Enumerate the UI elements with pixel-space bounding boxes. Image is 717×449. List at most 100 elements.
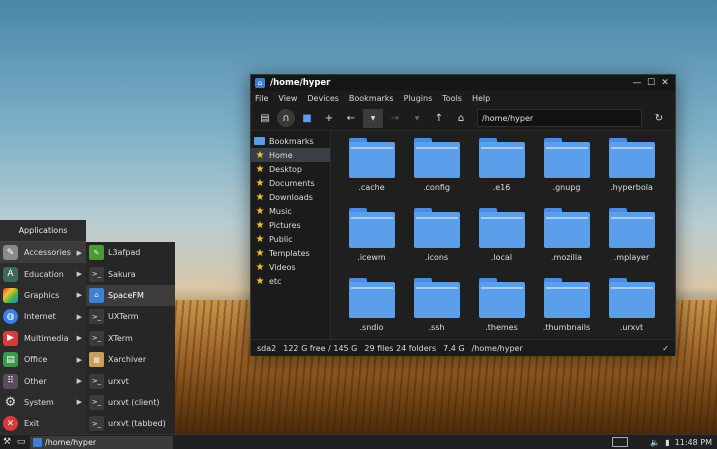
sidebar-item-public[interactable]: ★ Public xyxy=(251,232,330,246)
new-tab-icon[interactable]: + xyxy=(319,109,339,128)
spacefm-icon: ⌂ xyxy=(89,287,104,303)
category-exit[interactable]: ✕ Exit xyxy=(0,413,86,434)
folder-icon xyxy=(543,138,590,178)
category-graphics[interactable]: Graphics ▶ xyxy=(0,285,86,306)
accessories-submenu: ✎ L3afpad >_ Sakura ⌂ SpaceFM >_ UXTerm >_ XT… xyxy=(86,242,175,435)
folder-item[interactable]: .urxvt xyxy=(599,277,664,339)
device-icon[interactable]: ▤ xyxy=(255,109,275,128)
folder-item[interactable]: .themes xyxy=(469,277,534,339)
category-office[interactable]: ▤ Office ▶ xyxy=(0,349,86,370)
menu-help[interactable]: Help xyxy=(472,94,490,103)
menu-plugins[interactable]: Plugins xyxy=(404,94,433,103)
sidebar-item-downloads[interactable]: ★ Downloads xyxy=(251,190,330,204)
folder-icon xyxy=(348,138,395,178)
submenu-arrow-icon: ▶ xyxy=(76,355,82,364)
folder-item[interactable]: .thumbnails xyxy=(534,277,599,339)
workspace-pager[interactable] xyxy=(612,437,629,447)
sidebar-item-home[interactable]: ★ Home xyxy=(251,148,330,162)
l3afpad-icon: ✎ xyxy=(89,245,104,261)
status-count: 29 files 24 folders xyxy=(364,343,437,353)
folder-item[interactable]: .hyperbola xyxy=(599,137,664,207)
menu-view[interactable]: View xyxy=(278,94,297,103)
battery-icon[interactable]: ▮ xyxy=(665,438,669,447)
sidebar-item-etc[interactable]: ★ etc xyxy=(251,274,330,288)
folder-icon xyxy=(413,138,460,178)
history-dropdown-icon[interactable]: ▼ xyxy=(363,108,383,128)
folder-item[interactable]: .gnupg xyxy=(534,137,599,207)
star-icon: ★ xyxy=(255,149,265,161)
folder-item[interactable]: .config xyxy=(404,137,469,207)
office-icon: ▤ xyxy=(3,352,18,368)
minimize-button[interactable]: — xyxy=(631,78,643,88)
menu-file[interactable]: File xyxy=(255,94,268,103)
star-icon: ★ xyxy=(255,261,265,273)
folder-icon xyxy=(348,278,395,318)
application-menu-header: Applications xyxy=(0,220,86,242)
graphics-icon xyxy=(3,287,18,303)
sidebar-item-documents[interactable]: ★ Documents xyxy=(251,176,330,190)
app-urxvt-client[interactable]: >_ urxvt (client) xyxy=(86,392,175,413)
task-button-file-manager[interactable]: /home/hyper xyxy=(30,435,173,449)
app-uxterm[interactable]: >_ UXTerm xyxy=(86,306,175,327)
volume-icon[interactable]: 🔈 xyxy=(650,438,660,447)
folder-item[interactable]: .icons xyxy=(404,207,469,277)
accessories-icon: ✎ xyxy=(3,245,18,261)
sidebar-item-pictures[interactable]: ★ Pictures xyxy=(251,218,330,232)
window-titlebar[interactable]: ⌂ /home/hyper — ☐ ✕ xyxy=(251,75,675,91)
sidebar-item-bookmarks[interactable]: Bookmarks xyxy=(251,134,330,148)
folder-item[interactable]: .local xyxy=(469,207,534,277)
maximize-button[interactable]: ☐ xyxy=(645,78,657,88)
file-manager-window[interactable]: ⌂ /home/hyper — ☐ ✕ File View Devices Bo… xyxy=(250,74,676,356)
path-input[interactable] xyxy=(477,109,642,127)
home-icon xyxy=(33,437,42,447)
app-urxvt-tabbed[interactable]: >_ urxvt (tabbed) xyxy=(86,413,175,434)
category-other[interactable]: ⠿ Other ▶ xyxy=(0,370,86,391)
folder-item[interactable]: .ssh xyxy=(404,277,469,339)
app-xterm[interactable]: >_ XTerm xyxy=(86,328,175,349)
folder-item[interactable]: .cache xyxy=(339,137,404,207)
folder-item[interactable]: .mozilla xyxy=(534,207,599,277)
app-urxvt[interactable]: >_ urxvt xyxy=(86,370,175,391)
home-icon: ⌂ xyxy=(255,78,265,88)
terminal-icon: >_ xyxy=(89,373,104,389)
folder-item[interactable]: .sndio xyxy=(339,277,404,339)
show-desktop-icon[interactable]: ▭ xyxy=(14,436,28,449)
category-education[interactable]: A Education ▶ xyxy=(0,263,86,284)
sidebar-item-desktop[interactable]: ★ Desktop xyxy=(251,162,330,176)
sidebar-item-templates[interactable]: ★ Templates xyxy=(251,246,330,260)
app-sakura[interactable]: >_ Sakura xyxy=(86,263,175,284)
menu-tools[interactable]: Tools xyxy=(442,94,462,103)
close-button[interactable]: ✕ xyxy=(659,78,671,88)
folder-tree-icon[interactable]: ■ xyxy=(297,109,317,128)
bookmark-pane-icon[interactable]: ∩ xyxy=(277,109,295,127)
app-xarchiver[interactable]: ▦ Xarchiver xyxy=(86,349,175,370)
up-icon[interactable]: ↑ xyxy=(429,109,449,128)
statusbar: sda2 122 G free / 145 G 29 files 24 fold… xyxy=(251,339,675,356)
category-multimedia[interactable]: ▶ Multimedia ▶ xyxy=(0,328,86,349)
refresh-icon[interactable]: ↻ xyxy=(649,109,669,128)
start-menu-icon[interactable]: ⚒ xyxy=(0,436,14,449)
folder-item[interactable]: .e16 xyxy=(469,137,534,207)
menu-bookmarks[interactable]: Bookmarks xyxy=(349,94,394,103)
category-internet[interactable]: ◍ Internet ▶ xyxy=(0,306,86,327)
sidebar-item-videos[interactable]: ★ Videos xyxy=(251,260,330,274)
category-accessories[interactable]: ✎ Accessories ▶ xyxy=(0,242,86,264)
folder-icon xyxy=(478,138,525,178)
category-system[interactable]: ⚙ System ▶ xyxy=(0,392,86,413)
forward-icon[interactable]: → xyxy=(385,109,405,128)
app-spacefm[interactable]: ⌂ SpaceFM xyxy=(86,284,175,307)
forward-dropdown-icon[interactable]: ▼ xyxy=(407,109,427,128)
folder-icon xyxy=(478,278,525,318)
star-icon: ★ xyxy=(255,275,265,287)
clock[interactable]: 11:48 PM xyxy=(675,438,712,447)
app-l3afpad[interactable]: ✎ L3afpad xyxy=(86,242,175,263)
education-icon: A xyxy=(3,266,18,282)
status-space: 122 G free / 145 G xyxy=(283,343,358,353)
sidebar-item-music[interactable]: ★ Music xyxy=(251,204,330,218)
back-icon[interactable]: ← xyxy=(341,109,361,128)
folder-item[interactable]: .icewm xyxy=(339,207,404,277)
home-nav-icon[interactable]: ⌂ xyxy=(451,109,471,128)
folder-item[interactable]: .mplayer xyxy=(599,207,664,277)
menu-devices[interactable]: Devices xyxy=(307,94,339,103)
check-icon: ✓ xyxy=(662,343,669,353)
